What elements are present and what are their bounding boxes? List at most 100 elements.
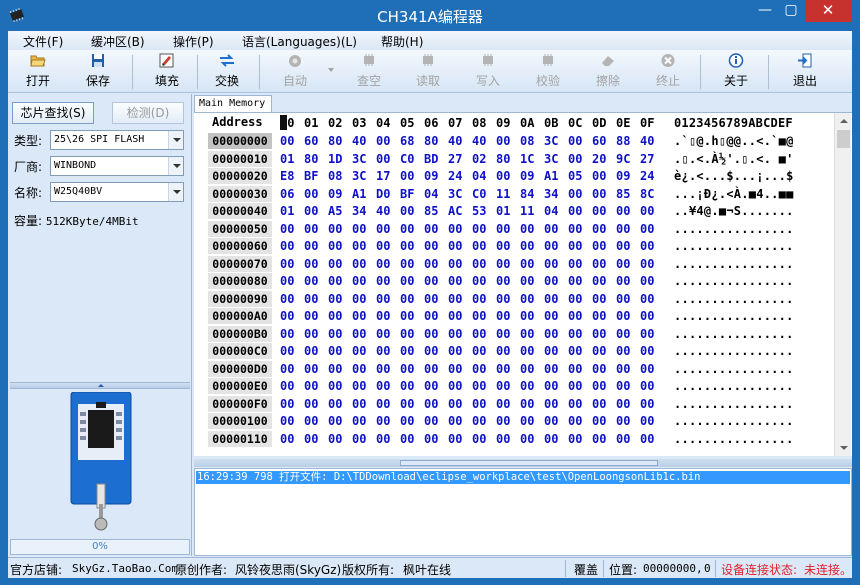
hex-byte[interactable]: 00 [592, 397, 606, 411]
hex-byte[interactable]: 00 [544, 274, 558, 288]
hex-byte[interactable]: 00 [568, 274, 582, 288]
hex-byte[interactable]: 00 [640, 239, 654, 253]
hex-byte[interactable]: 04 [544, 204, 558, 218]
hex-byte[interactable]: 00 [328, 362, 342, 376]
hex-byte[interactable]: 00 [448, 309, 462, 323]
hex-byte[interactable]: 00 [592, 379, 606, 393]
hex-byte[interactable]: 00 [496, 134, 510, 148]
ascii-text[interactable]: ................ [674, 309, 794, 323]
hex-editor[interactable]: Address 00 01 02 03 04 05 06 07 08 09 0A… [194, 112, 852, 456]
hex-row[interactable]: 00000000 00 60 80 40 00 68 80 40 40 00 08 3C 00 60 88 40… [194, 132, 834, 150]
hex-byte[interactable]: 00 [544, 432, 558, 446]
hex-byte[interactable]: 00 [472, 327, 486, 341]
hex-byte[interactable]: 00 [304, 362, 318, 376]
hex-byte[interactable]: 00 [304, 379, 318, 393]
hex-byte[interactable]: 00 [520, 257, 534, 271]
hex-byte[interactable]: 00 [640, 362, 654, 376]
hex-byte[interactable]: 00 [520, 309, 534, 323]
hex-byte[interactable]: 00 [304, 274, 318, 288]
about-button[interactable]: 关于 [711, 53, 761, 89]
hex-byte[interactable]: 00 [544, 222, 558, 236]
hex-byte[interactable]: 00 [352, 257, 366, 271]
hex-byte[interactable]: 00 [568, 432, 582, 446]
hex-byte[interactable]: 09 [616, 169, 630, 183]
hex-byte[interactable]: 3C [544, 152, 558, 166]
hex-byte[interactable]: 00 [496, 169, 510, 183]
hex-byte[interactable]: 00 [472, 397, 486, 411]
hex-byte[interactable]: 00 [304, 292, 318, 306]
type-select[interactable]: 25\26 SPI FLASH [50, 130, 184, 150]
hex-byte[interactable]: 00 [424, 309, 438, 323]
hex-byte[interactable]: 00 [640, 397, 654, 411]
close-button[interactable]: ✕ [805, 0, 851, 22]
hex-byte[interactable]: 1C [520, 152, 534, 166]
hex-byte[interactable]: 00 [568, 344, 582, 358]
menu-buffer[interactable]: 缓冲区(B) [91, 33, 145, 50]
hex-byte[interactable]: 00 [616, 344, 630, 358]
hex-byte[interactable]: 3C [448, 187, 462, 201]
hex-byte[interactable]: 00 [352, 379, 366, 393]
hex-byte[interactable]: 00 [544, 379, 558, 393]
hex-byte[interactable]: 9C [616, 152, 630, 166]
hex-byte[interactable]: 00 [640, 204, 654, 218]
hex-byte[interactable]: 24 [640, 169, 654, 183]
hex-byte[interactable]: 00 [448, 379, 462, 393]
hex-byte[interactable]: 00 [400, 222, 414, 236]
hex-byte[interactable]: 00 [496, 397, 510, 411]
hex-byte[interactable]: 00 [544, 292, 558, 306]
hex-byte[interactable]: 00 [424, 432, 438, 446]
hex-byte[interactable]: 00 [448, 362, 462, 376]
hex-byte[interactable]: 00 [616, 274, 630, 288]
hex-byte[interactable]: 00 [376, 257, 390, 271]
open-button[interactable]: 打开 [13, 53, 63, 89]
hex-byte[interactable]: 00 [640, 274, 654, 288]
hex-byte[interactable]: 00 [568, 362, 582, 376]
hex-byte[interactable]: 00 [592, 309, 606, 323]
log-pane[interactable]: 16:29:39 798 打开文件: D:\TDDownload\eclipse… [194, 468, 852, 556]
hex-byte[interactable]: 00 [304, 257, 318, 271]
hex-byte[interactable]: 85 [424, 204, 438, 218]
hex-byte[interactable]: 00 [328, 397, 342, 411]
exit-button[interactable]: 退出 [780, 53, 830, 89]
hex-byte[interactable]: 09 [424, 169, 438, 183]
hex-byte[interactable]: 00 [616, 362, 630, 376]
ascii-text[interactable]: ................ [674, 414, 794, 428]
hex-byte[interactable]: 00 [448, 344, 462, 358]
hex-byte[interactable]: 00 [592, 344, 606, 358]
hex-byte[interactable]: 00 [448, 292, 462, 306]
hex-byte[interactable]: 00 [448, 274, 462, 288]
auto-button[interactable]: 自动 [270, 53, 320, 89]
hex-byte[interactable]: A1 [352, 187, 366, 201]
ascii-text[interactable]: ................ [674, 222, 794, 236]
hex-byte[interactable]: 00 [400, 344, 414, 358]
hex-byte[interactable]: 00 [472, 239, 486, 253]
ascii-text[interactable]: ................ [674, 239, 794, 253]
hex-byte[interactable]: 00 [328, 239, 342, 253]
ascii-text[interactable]: ................ [674, 432, 794, 446]
hex-byte[interactable]: 00 [592, 292, 606, 306]
ascii-text[interactable]: ................ [674, 292, 794, 306]
hex-byte[interactable]: 00 [472, 362, 486, 376]
hex-row[interactable]: 00000110 00 00 00 00 00 00 00 00 00 00 00 00 00 00 00 00… [194, 430, 834, 448]
hex-byte[interactable]: 00 [520, 344, 534, 358]
hex-byte[interactable]: 00 [472, 292, 486, 306]
hex-row[interactable]: 00000040 01 00 A5 34 40 00 85 AC 53 01 11 04 00 00 00 00… [194, 202, 834, 220]
hex-byte[interactable]: 00 [520, 274, 534, 288]
hex-byte[interactable]: 00 [448, 239, 462, 253]
hex-byte[interactable]: 1D [328, 152, 342, 166]
hex-byte[interactable]: 00 [352, 414, 366, 428]
hex-byte[interactable]: 00 [400, 257, 414, 271]
ascii-text[interactable]: ................ [674, 397, 794, 411]
hex-byte[interactable]: 00 [304, 432, 318, 446]
hex-byte[interactable]: 00 [496, 309, 510, 323]
stop-button[interactable]: 终止 [643, 53, 693, 89]
hex-byte[interactable]: 00 [280, 344, 294, 358]
hex-row[interactable]: 000000A0 00 00 00 00 00 00 00 00 00 00 00 00 00 00 00 00… [194, 307, 834, 325]
hex-byte[interactable]: 00 [280, 239, 294, 253]
hex-byte[interactable]: 00 [568, 379, 582, 393]
hex-byte[interactable]: 00 [424, 327, 438, 341]
hex-byte[interactable]: 00 [592, 222, 606, 236]
detect-button[interactable]: 检测(D) [112, 102, 184, 124]
hex-row[interactable]: 000000C0 00 00 00 00 00 00 00 00 00 00 00 00 00 00 00 00… [194, 342, 834, 360]
ascii-text[interactable]: ................ [674, 379, 794, 393]
